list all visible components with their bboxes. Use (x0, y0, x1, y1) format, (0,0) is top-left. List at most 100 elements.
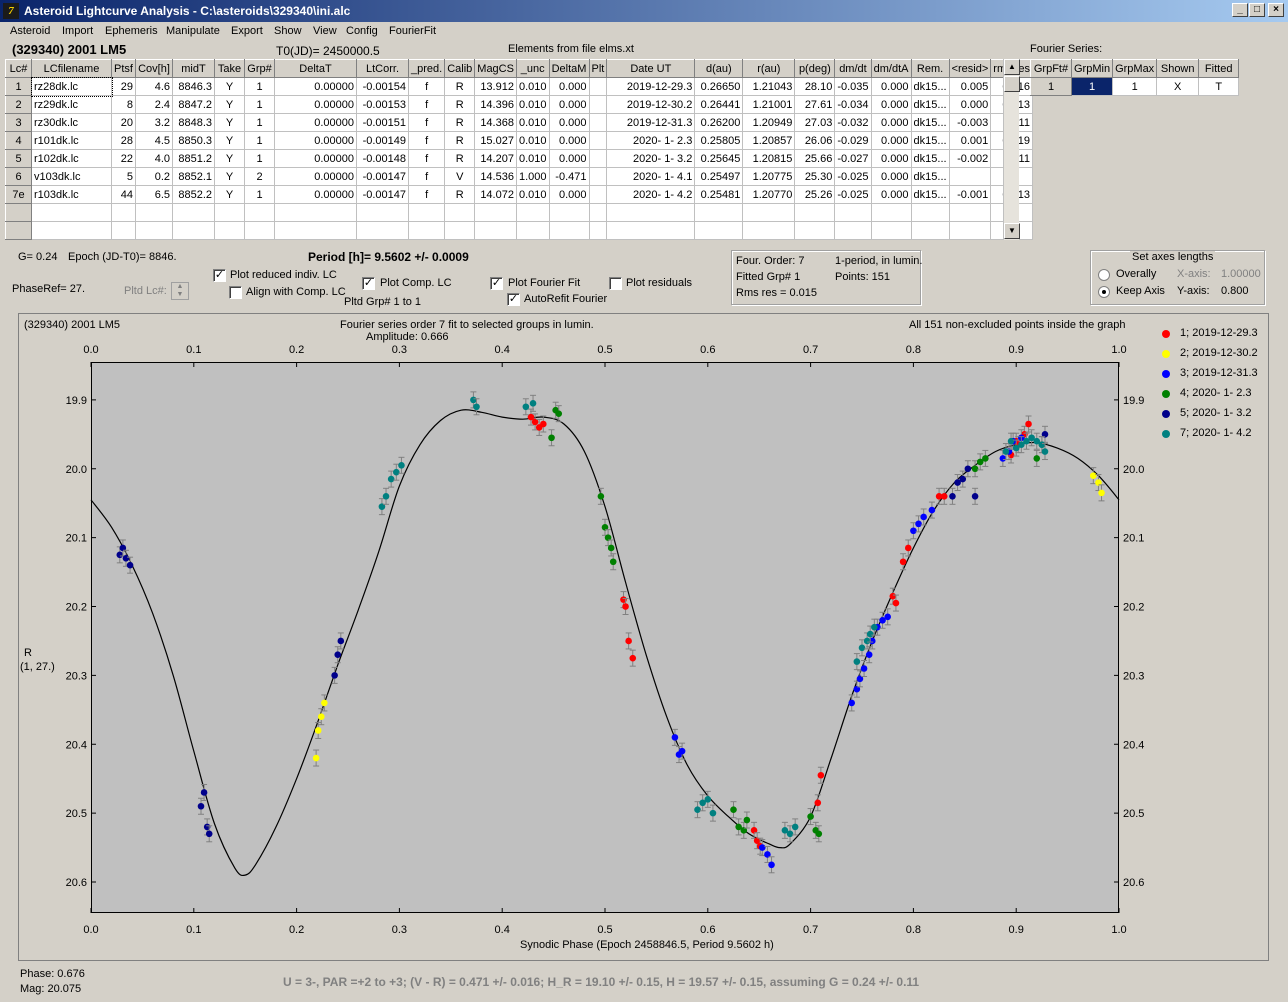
data-point (971, 465, 979, 473)
y-tick-label: 20.0 (1123, 464, 1144, 476)
x-tick-label: 0.4 (495, 924, 510, 936)
data-point (928, 506, 936, 514)
data-point (317, 713, 325, 721)
data-point (865, 651, 873, 659)
legend-label: 7; 2020- 1- 4.2 (1180, 427, 1252, 439)
x-tick-label: 0.2 (289, 924, 304, 936)
data-point (393, 468, 400, 476)
data-point (964, 465, 972, 473)
data-point (331, 672, 338, 679)
x-tick-label: 0.7 (803, 924, 818, 936)
x-tick-label: 0.1 (186, 924, 201, 936)
x-tick-label: 0.5 (597, 344, 612, 356)
data-point (607, 544, 615, 552)
legend-label: 1; 2019-12-29.3 (1180, 327, 1258, 339)
x-tick-label: 0.7 (803, 344, 818, 356)
data-point (786, 830, 794, 838)
data-point (678, 747, 686, 755)
data-point (904, 544, 912, 552)
data-point (1038, 441, 1046, 448)
data-point (625, 637, 632, 645)
data-point (321, 699, 328, 707)
data-point (1033, 455, 1041, 462)
data-point (807, 813, 814, 820)
data-point (892, 599, 900, 607)
data-point (743, 816, 751, 824)
lightcurve-chart: 0.0 0.0 0.1 0.1 0.2 0.2 0.3 0.3 0.4 0.4 0.5 0.5 0.6 0… (66, 344, 1145, 936)
x-tick-label: 0.6 (700, 924, 715, 936)
legend-marker (1162, 350, 1170, 358)
data-point (853, 658, 861, 665)
data-point (548, 434, 555, 442)
y-tick-label: 20.3 (1123, 670, 1144, 682)
data-point (871, 623, 878, 631)
data-point (758, 844, 766, 851)
data-point (1025, 420, 1032, 428)
data-point (205, 830, 213, 838)
legend-marker (1162, 370, 1170, 378)
data-point (387, 475, 395, 483)
data-point (768, 861, 775, 869)
data-point (555, 410, 563, 417)
y-tick-label: 20.2 (1123, 602, 1144, 614)
x-tick-label: 0.9 (1009, 344, 1024, 356)
data-point (473, 403, 480, 411)
data-point (629, 654, 637, 662)
data-point (704, 796, 712, 803)
y-tick-label: 20.0 (66, 464, 87, 476)
y-tick-label: 20.6 (1123, 877, 1144, 889)
data-point (470, 396, 477, 404)
y-tick-label: 20.5 (66, 808, 87, 820)
x-tick-label: 0.0 (83, 344, 98, 356)
data-point (1098, 489, 1105, 497)
data-point (848, 699, 856, 707)
legend-marker (1162, 410, 1170, 418)
data-point (910, 527, 917, 535)
y-tick-label: 19.9 (1123, 395, 1144, 407)
data-point (116, 551, 124, 559)
data-point (522, 403, 530, 411)
data-point (671, 734, 679, 741)
data-point (1090, 472, 1097, 479)
data-point (312, 754, 320, 762)
data-point (817, 771, 825, 779)
x-tick-label: 0.8 (906, 344, 921, 356)
x-tick-label: 0.3 (392, 924, 407, 936)
data-point (382, 493, 390, 500)
data-point (122, 554, 130, 562)
data-point (334, 651, 342, 659)
data-point (999, 455, 1007, 462)
data-point (200, 789, 208, 796)
photometry-summary: U = 3-, PAR =+2 to +3; (V - R) = 0.471 +… (283, 975, 920, 989)
x-tick-label: 0.6 (700, 344, 715, 356)
y-tick-label: 20.2 (66, 602, 87, 614)
y-tick-label: 20.4 (66, 739, 87, 751)
y-tick-label: 20.5 (1123, 808, 1144, 820)
data-point (884, 613, 891, 621)
x-tick-label: 0.1 (186, 344, 201, 356)
y-tick-label: 20.1 (66, 533, 87, 545)
x-tick-label: 0.0 (83, 924, 98, 936)
data-point (535, 424, 543, 431)
x-tick-label: 1.0 (1111, 924, 1126, 936)
legend-marker (1162, 390, 1170, 398)
data-point (1007, 437, 1015, 445)
x-tick-label: 0.3 (392, 344, 407, 356)
x-tick-label: 0.8 (906, 924, 921, 936)
data-point (609, 558, 617, 566)
x-tick-label: 0.2 (289, 344, 304, 356)
data-point (949, 493, 956, 500)
legend-label: 4; 2020- 1- 2.3 (1180, 387, 1252, 399)
data-point (899, 558, 907, 566)
data-point (529, 400, 537, 407)
x-tick-label: 1.0 (1111, 344, 1126, 356)
data-point (858, 644, 866, 652)
x-tick-label: 0.4 (495, 344, 510, 356)
x-tick-label: 0.9 (1009, 924, 1024, 936)
data-point (1041, 448, 1049, 455)
data-point (622, 603, 629, 610)
data-point (791, 823, 799, 831)
y-tick-label: 19.9 (66, 395, 87, 407)
data-point (971, 493, 979, 500)
x-tick-label: 0.5 (597, 924, 612, 936)
